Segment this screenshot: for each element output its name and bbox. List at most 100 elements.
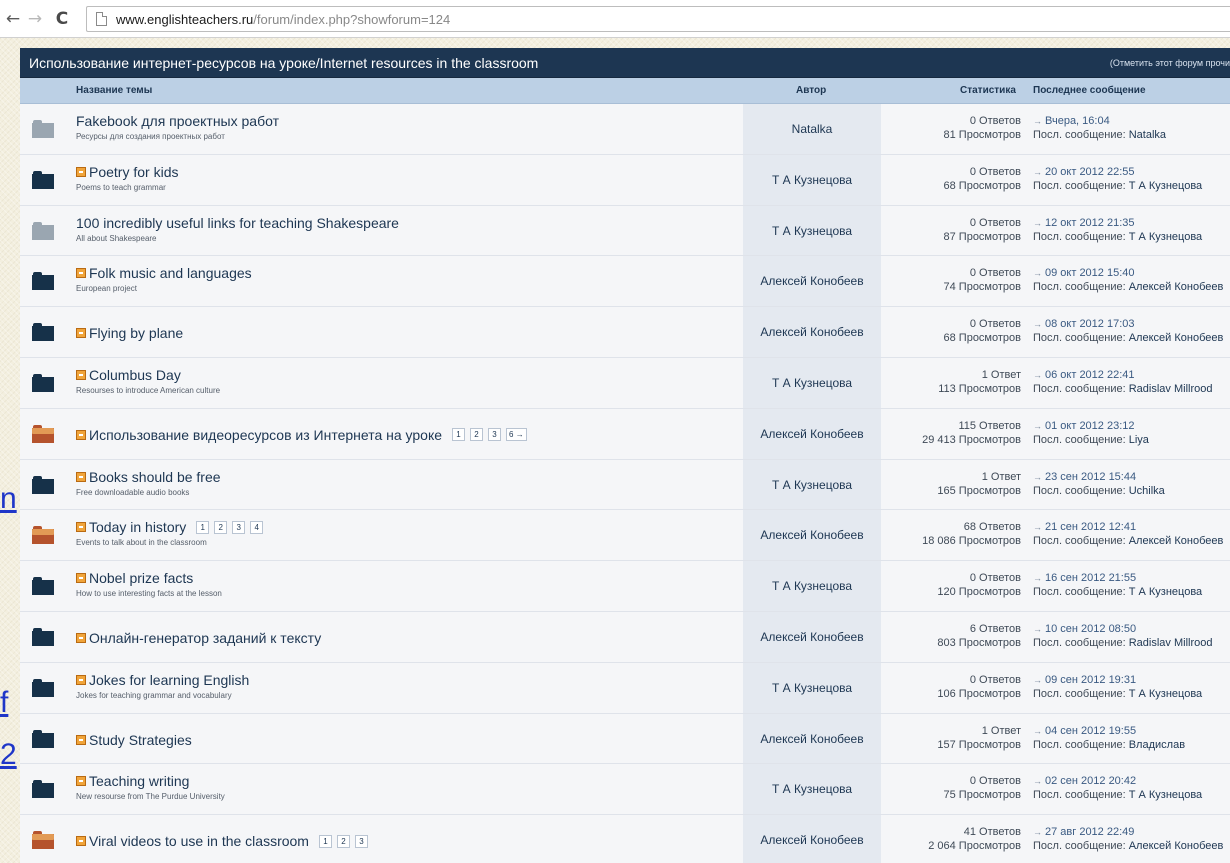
last-post-date-link[interactable]: 04 сен 2012 19:55: [1045, 725, 1136, 737]
reply-count[interactable]: 0 Ответов: [881, 216, 1021, 230]
last-post-date-link[interactable]: 27 авг 2012 22:49: [1045, 826, 1134, 838]
goto-last-post-icon[interactable]: →: [1033, 726, 1042, 736]
last-post-date-link[interactable]: 20 окт 2012 22:55: [1045, 166, 1135, 178]
topic-title-link[interactable]: Poetry for kids: [89, 164, 178, 180]
last-post-date-link[interactable]: 08 окт 2012 17:03: [1045, 318, 1135, 330]
goto-last-post-icon[interactable]: →: [1033, 675, 1042, 685]
goto-last-post-icon[interactable]: →: [1033, 218, 1042, 228]
topic-title-link[interactable]: Использование видеоресурсов из Интернета…: [89, 427, 442, 443]
column-topic-header[interactable]: Название темы: [76, 85, 152, 96]
topic-author-link[interactable]: Алексей Конобеев: [743, 408, 881, 459]
last-post-user-link[interactable]: Владислав: [1129, 739, 1185, 751]
last-post-date-link[interactable]: 23 сен 2012 15:44: [1045, 471, 1136, 483]
goto-last-post-icon[interactable]: →: [1033, 776, 1042, 786]
last-post-user-link[interactable]: Алексей Конобеев: [1129, 332, 1224, 344]
topic-author-link[interactable]: Т А Кузнецова: [743, 154, 881, 205]
reply-count[interactable]: 0 Ответов: [881, 673, 1021, 687]
topic-title-link[interactable]: Fakebook для проектных работ: [76, 113, 279, 129]
new-post-icon[interactable]: [76, 268, 86, 279]
topic-author-link[interactable]: Алексей Конобеев: [743, 611, 881, 662]
page-link[interactable]: 3: [232, 520, 246, 534]
goto-last-post-icon[interactable]: →: [1033, 370, 1042, 380]
topic-author-link[interactable]: Т А Кузнецова: [743, 459, 881, 510]
last-post-date-link[interactable]: 01 окт 2012 23:12: [1045, 420, 1135, 432]
topic-title-link[interactable]: Jokes for learning English: [89, 672, 249, 688]
last-post-date-link[interactable]: 09 окт 2012 15:40: [1045, 267, 1135, 279]
column-last-post-header[interactable]: Последнее сообщение: [1033, 85, 1146, 96]
back-arrow-icon[interactable]: ←: [3, 9, 23, 29]
topic-title-link[interactable]: Columbus Day: [89, 367, 181, 383]
last-post-user-link[interactable]: Natalka: [1129, 129, 1166, 141]
last-post-user-link[interactable]: Liya: [1129, 434, 1149, 446]
goto-last-post-icon[interactable]: →: [1033, 624, 1042, 634]
topic-title-link[interactable]: 100 incredibly useful links for teaching…: [76, 215, 399, 231]
new-post-icon[interactable]: [76, 632, 86, 643]
last-post-user-link[interactable]: Алексей Конобеев: [1129, 535, 1224, 547]
goto-last-post-icon[interactable]: →: [1033, 573, 1042, 583]
new-post-icon[interactable]: [76, 471, 86, 482]
reply-count[interactable]: 0 Ответов: [881, 114, 1021, 128]
topic-title-link[interactable]: Study Strategies: [89, 732, 192, 748]
reply-count[interactable]: 68 Ответов: [881, 520, 1021, 534]
topic-author-link[interactable]: Т А Кузнецова: [743, 205, 881, 256]
page-link[interactable]: 2: [336, 834, 350, 848]
topic-author-link[interactable]: Алексей Конобеев: [743, 307, 881, 357]
last-post-date-link[interactable]: 16 сен 2012 21:55: [1045, 572, 1136, 584]
topic-title-link[interactable]: Nobel prize facts: [89, 570, 193, 586]
new-post-icon[interactable]: [76, 166, 86, 177]
last-post-user-link[interactable]: Алексей Конобеев: [1129, 281, 1224, 293]
last-post-date-link[interactable]: 02 сен 2012 20:42: [1045, 775, 1136, 787]
goto-last-post-icon[interactable]: →: [1033, 472, 1042, 482]
last-post-user-link[interactable]: Т А Кузнецова: [1129, 688, 1202, 700]
new-post-icon[interactable]: [76, 573, 86, 584]
new-post-icon[interactable]: [76, 369, 86, 380]
last-post-date-link[interactable]: Вчера, 16:04: [1045, 115, 1110, 127]
topic-title-link[interactable]: Folk music and languages: [89, 265, 252, 281]
reply-count[interactable]: 6 Ответов: [881, 622, 1021, 636]
topic-title-link[interactable]: Today in history: [89, 519, 186, 535]
page-link[interactable]: 3: [488, 428, 502, 442]
goto-last-post-icon[interactable]: →: [1033, 319, 1042, 329]
topic-author-link[interactable]: Т А Кузнецова: [743, 764, 881, 815]
page-link[interactable]: 6 →: [506, 428, 527, 442]
goto-last-post-icon[interactable]: →: [1033, 827, 1042, 837]
goto-last-post-icon[interactable]: →: [1033, 116, 1042, 126]
new-post-icon[interactable]: [76, 674, 86, 685]
reply-count[interactable]: 0 Ответов: [881, 317, 1021, 331]
last-post-user-link[interactable]: Т А Кузнецова: [1129, 231, 1202, 243]
reply-count[interactable]: 115 Ответов: [881, 419, 1021, 433]
reply-count[interactable]: 0 Ответов: [881, 571, 1021, 585]
page-link[interactable]: 1: [196, 520, 210, 534]
last-post-date-link[interactable]: 06 окт 2012 22:41: [1045, 369, 1135, 381]
topic-author-link[interactable]: Алексей Конобеев: [743, 256, 881, 307]
last-post-user-link[interactable]: Radislav Millrood: [1129, 383, 1213, 395]
url-text[interactable]: www.englishteachers.ru/forum/index.php?s…: [116, 12, 450, 27]
topic-title-link[interactable]: Teaching writing: [89, 773, 189, 789]
new-post-icon[interactable]: [76, 429, 86, 440]
last-post-date-link[interactable]: 21 сен 2012 12:41: [1045, 521, 1136, 533]
reply-count[interactable]: 0 Ответов: [881, 774, 1021, 788]
goto-last-post-icon[interactable]: →: [1033, 268, 1042, 278]
forward-arrow-icon[interactable]: →: [25, 9, 45, 29]
topic-title-link[interactable]: Books should be free: [89, 469, 221, 485]
slide-link-fragment[interactable]: n: [0, 482, 17, 516]
topic-author-link[interactable]: Алексей Конобеев: [743, 510, 881, 561]
new-post-icon[interactable]: [76, 522, 86, 533]
page-link[interactable]: 2: [214, 520, 228, 534]
mark-forum-read-link[interactable]: (Отметить этот форум прочи: [1110, 58, 1230, 68]
column-author-header[interactable]: Автор: [796, 85, 826, 96]
slide-link-fragment[interactable]: f: [0, 686, 8, 720]
topic-title-link[interactable]: Онлайн-генератор заданий к тексту: [89, 630, 321, 646]
topic-author-link[interactable]: Natalka: [743, 104, 881, 154]
new-post-icon[interactable]: [76, 836, 86, 847]
reload-icon[interactable]: C: [52, 9, 72, 29]
last-post-date-link[interactable]: 10 сен 2012 08:50: [1045, 623, 1136, 635]
topic-title-link[interactable]: Viral videos to use in the classroom: [89, 833, 309, 849]
last-post-user-link[interactable]: Алексей Конобеев: [1129, 840, 1224, 852]
page-link[interactable]: 2: [470, 428, 484, 442]
last-post-user-link[interactable]: Radislav Millrood: [1129, 637, 1213, 649]
last-post-user-link[interactable]: Т А Кузнецова: [1129, 180, 1202, 192]
new-post-icon[interactable]: [76, 776, 86, 787]
goto-last-post-icon[interactable]: →: [1033, 421, 1042, 431]
last-post-user-link[interactable]: Uchilka: [1129, 485, 1165, 497]
